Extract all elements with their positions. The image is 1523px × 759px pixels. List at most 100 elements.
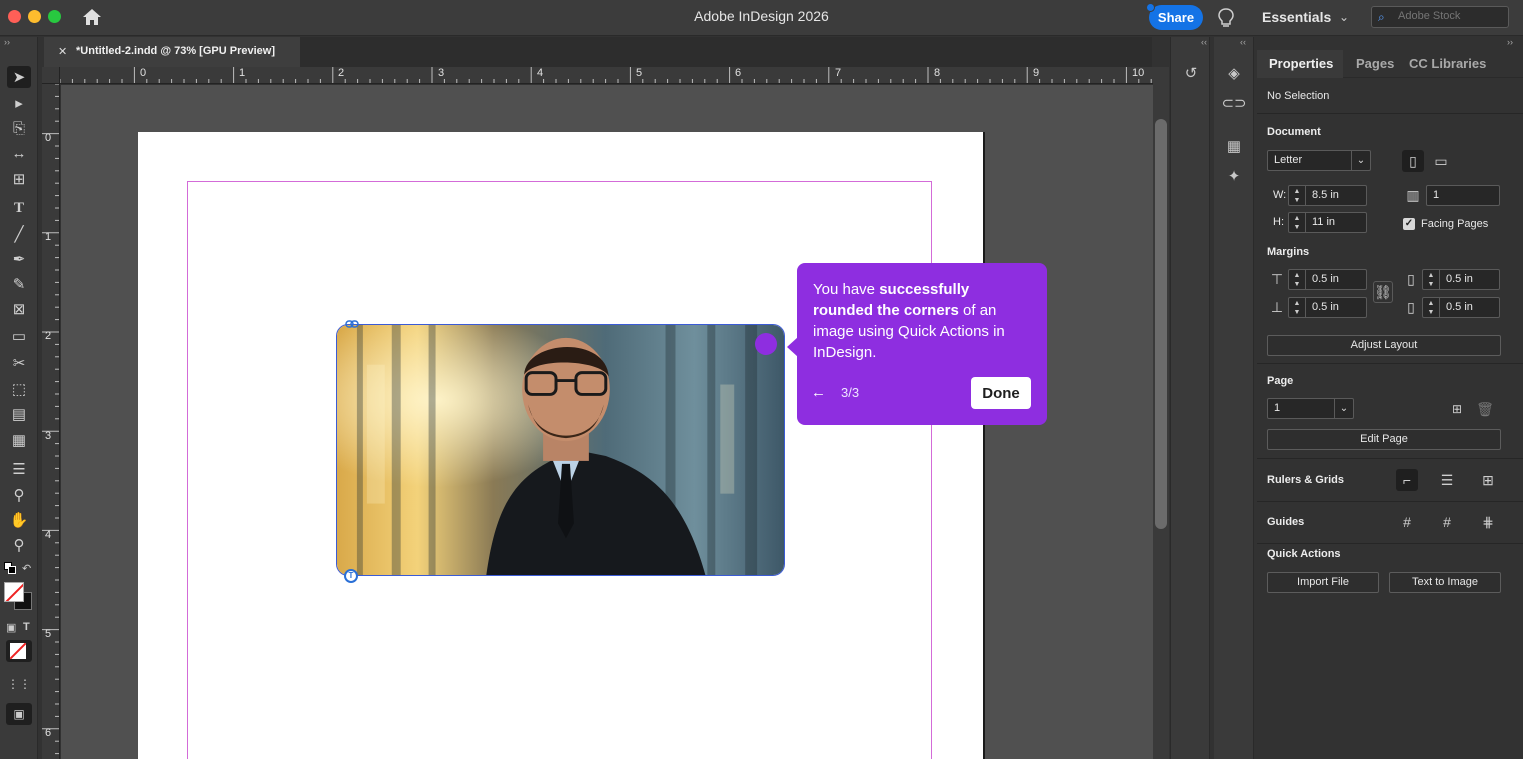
ruler-label: 7	[835, 67, 842, 79]
type-tool-icon[interactable]: T	[7, 197, 31, 219]
generative-icon[interactable]: ✦	[1224, 166, 1244, 186]
zoom-tool-icon[interactable]: ⚲	[7, 534, 31, 556]
ruler-origin[interactable]	[42, 67, 60, 84]
stock-search-input[interactable]	[1398, 10, 1504, 22]
coachmark-popover: You have successfully rounded the corner…	[787, 263, 1047, 425]
coachmark-hotspot	[755, 333, 777, 355]
tools-panel: ›› ➤ ▸ ⎘ ↔ ⊞ T ╱ ✒ ✎ ⊠ ▭ ✂ ⬚ ▤ ▦ ☰ ⚲ ✋ ⚲…	[0, 37, 38, 759]
eyedropper-tool-icon[interactable]: ⚲	[7, 484, 31, 506]
document-tab[interactable]: ✕ *Untitled-2.indd @ 73% [GPU Preview]	[44, 37, 300, 67]
scrollbar-thumb[interactable]	[1155, 119, 1167, 529]
collapse-dock-icon[interactable]: ‹‹	[1240, 37, 1246, 47]
edit-page-button[interactable]: Edit Page	[1267, 429, 1501, 450]
ruler-label: 2	[45, 330, 52, 342]
workspace-switcher[interactable]: Essentials	[1262, 9, 1331, 25]
document-grid-icon[interactable]: ⊞	[1477, 469, 1499, 491]
page-tool-icon[interactable]: ⎘	[7, 117, 31, 139]
close-tab-icon[interactable]: ✕	[58, 45, 67, 58]
zoom-window-button[interactable]	[48, 10, 61, 23]
rectangle-tool-icon[interactable]: ▭	[7, 325, 31, 347]
history-icon[interactable]: ↺	[1181, 63, 1201, 83]
vertical-ruler[interactable]: 0 1 2 3 4 5 6	[42, 84, 60, 759]
horizontal-ruler[interactable]: 0 1 2 3 4 5 6 7 8 9 10	[60, 67, 1153, 84]
height-label: H:	[1273, 216, 1284, 228]
text-to-image-button[interactable]: Text to Image	[1389, 572, 1501, 593]
pages-count-field[interactable]: 1	[1426, 185, 1500, 206]
frame-handle-icon[interactable]: T	[344, 569, 358, 583]
gradient-swatch-tool-icon[interactable]: ▤	[7, 403, 31, 425]
note-tool-icon[interactable]: ☰	[7, 458, 31, 480]
pen-tool-icon[interactable]: ✒	[7, 248, 31, 270]
panel-tabs: Properties Pages CC Libraries	[1257, 50, 1523, 78]
image-frame[interactable]	[336, 324, 785, 576]
ruler-label: 9	[1033, 67, 1040, 79]
formatting-text-icon[interactable]: T	[23, 621, 30, 633]
done-button[interactable]: Done	[971, 377, 1031, 409]
rectangle-frame-tool-icon[interactable]: ⊠	[7, 298, 31, 320]
landscape-orientation-icon[interactable]: ▭	[1430, 150, 1452, 172]
tab-pages[interactable]: Pages	[1356, 50, 1394, 78]
page-select[interactable]: 1 ⌄	[1267, 398, 1354, 419]
adjust-layout-button[interactable]: Adjust Layout	[1267, 335, 1501, 356]
chevron-down-icon[interactable]: ⌄	[1339, 10, 1349, 24]
delete-page-icon[interactable]: 🗑	[1474, 398, 1496, 420]
margin-left-field[interactable]: ▲ ▼ 0.5 in	[1422, 269, 1500, 290]
formatting-container-icon[interactable]: ▣	[6, 621, 16, 634]
rulers-toggle-icon[interactable]: ⌐	[1396, 469, 1418, 491]
import-file-button[interactable]: Import File	[1267, 572, 1379, 593]
home-icon[interactable]	[82, 7, 102, 27]
link-icon[interactable]	[345, 320, 359, 328]
margin-top-field[interactable]: ▲ ▼ 0.5 in	[1288, 269, 1367, 290]
width-field[interactable]: ▲ ▼ 8.5 in	[1288, 185, 1367, 206]
smart-guides-icon[interactable]: ⋕	[1477, 511, 1499, 533]
baseline-grid-icon[interactable]: ☰	[1436, 469, 1458, 491]
margin-bottom-field[interactable]: ▲ ▼ 0.5 in	[1288, 297, 1367, 318]
collapse-toolbar-icon[interactable]: ››	[4, 37, 10, 47]
add-page-icon[interactable]: ⊞	[1446, 398, 1468, 420]
facing-pages-checkbox[interactable]: ✓	[1403, 218, 1415, 230]
swap-fill-stroke-icon[interactable]: ↶	[22, 562, 31, 575]
page-section-label: Page	[1267, 375, 1294, 387]
share-button[interactable]: Share	[1149, 5, 1203, 30]
fill-stroke-swatch[interactable]	[4, 582, 34, 612]
document-preset-select[interactable]: Letter ⌄	[1267, 150, 1371, 171]
free-transform-tool-icon[interactable]: ⬚	[7, 378, 31, 400]
height-field[interactable]: ▲ ▼ 11 in	[1288, 212, 1367, 233]
line-tool-icon[interactable]: ╱	[7, 223, 31, 245]
links-icon[interactable]: ⊂⊃	[1221, 93, 1246, 113]
lock-guides-icon[interactable]: #	[1436, 511, 1458, 533]
minimize-window-button[interactable]	[28, 10, 41, 23]
quick-actions-label: Quick Actions	[1267, 548, 1341, 560]
margin-right-field[interactable]: ▲ ▼ 0.5 in	[1422, 297, 1500, 318]
gradient-feather-tool-icon[interactable]: ▦	[7, 429, 31, 451]
expand-panel-icon[interactable]: ››	[1507, 37, 1513, 47]
default-fill-stroke-icon[interactable]	[4, 562, 16, 574]
guides-toggle-icon[interactable]: #	[1396, 511, 1418, 533]
layers-icon[interactable]: ◈	[1224, 63, 1244, 83]
vertical-scrollbar[interactable]	[1153, 67, 1169, 759]
scissors-tool-icon[interactable]: ✂	[7, 352, 31, 374]
screen-mode-icon[interactable]: ⋮⋮	[7, 673, 31, 695]
gap-tool-icon[interactable]: ↔	[7, 142, 31, 164]
swatches-icon[interactable]: ▦	[1224, 136, 1244, 156]
close-window-button[interactable]	[8, 10, 21, 23]
direct-selection-tool-icon[interactable]: ▸	[7, 92, 31, 114]
preview-mode-icon[interactable]: ▣	[6, 703, 32, 725]
adobe-stock-search[interactable]: ⌕	[1371, 6, 1509, 28]
link-margins-icon[interactable]: ⛓	[1373, 281, 1393, 303]
chevron-down-icon: ⌄	[1351, 151, 1370, 170]
apply-none-icon[interactable]	[6, 640, 32, 662]
lightbulb-icon[interactable]	[1217, 7, 1235, 29]
selection-tool-icon[interactable]: ➤	[7, 66, 31, 88]
coachmark-arrow	[787, 337, 798, 357]
tab-properties[interactable]: Properties	[1269, 50, 1333, 78]
tab-cc-libraries[interactable]: CC Libraries	[1409, 50, 1486, 78]
back-arrow-icon[interactable]: ←	[811, 384, 826, 401]
chevron-down-icon: ⌄	[1334, 399, 1353, 418]
portrait-orientation-icon[interactable]: ▯	[1402, 150, 1424, 172]
document-page[interactable]: T	[138, 132, 983, 759]
pencil-tool-icon[interactable]: ✎	[7, 273, 31, 295]
hand-tool-icon[interactable]: ✋	[7, 509, 31, 531]
content-collector-icon[interactable]: ⊞	[7, 168, 31, 190]
collapse-dock-icon[interactable]: ‹‹	[1201, 37, 1207, 47]
